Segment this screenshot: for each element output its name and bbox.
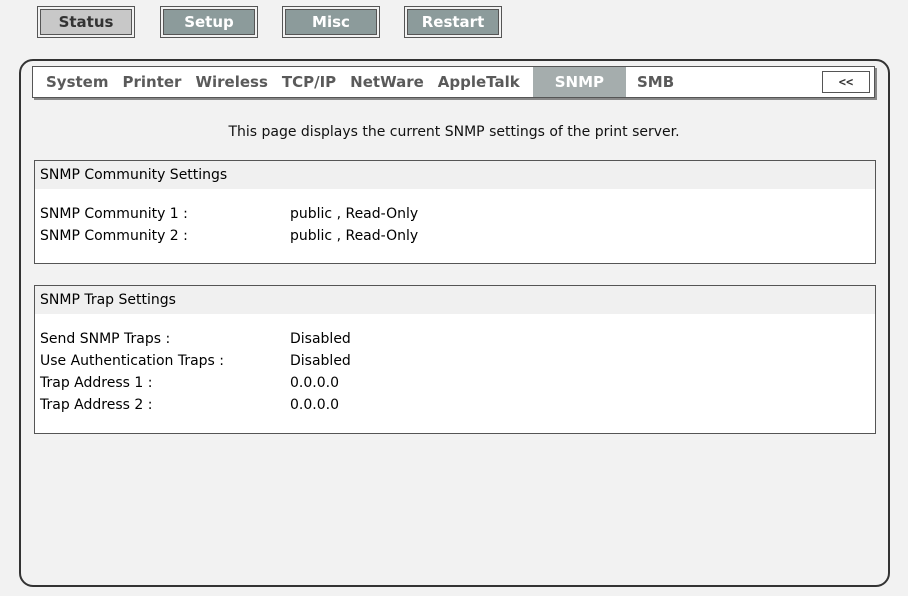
- table-row: SNMP Community 1 : public , Read-Only: [40, 203, 418, 225]
- restart-button[interactable]: Restart: [404, 6, 502, 38]
- setting-value: 0.0.0.0: [290, 397, 339, 413]
- community-settings-table: SNMP Community 1 : public , Read-Only SN…: [40, 203, 418, 247]
- tab-system[interactable]: System: [33, 67, 115, 97]
- tab-tcpip[interactable]: TCP/IP: [275, 67, 343, 97]
- section-title: SNMP Trap Settings: [35, 286, 875, 314]
- setting-label: SNMP Community 1 :: [40, 206, 188, 222]
- tab-wireless[interactable]: Wireless: [188, 67, 274, 97]
- setting-label: Use Authentication Traps :: [40, 353, 225, 369]
- setting-label: Trap Address 1 :: [40, 375, 153, 391]
- collapse-tabs-button[interactable]: <<: [822, 71, 870, 93]
- misc-button[interactable]: Misc: [282, 6, 380, 38]
- trap-settings-table: Send SNMP Traps : Disabled Use Authentic…: [40, 328, 351, 416]
- table-row: Trap Address 2 : 0.0.0.0: [40, 394, 351, 416]
- table-row: SNMP Community 2 : public , Read-Only: [40, 225, 418, 247]
- tab-bar: System Printer Wireless TCP/IP NetWare A…: [32, 66, 875, 98]
- setup-button[interactable]: Setup: [160, 6, 258, 38]
- community-settings-section: SNMP Community Settings SNMP Community 1…: [34, 160, 876, 264]
- tab-netware[interactable]: NetWare: [343, 67, 431, 97]
- table-row: Send SNMP Traps : Disabled: [40, 328, 351, 350]
- status-button-label: Status: [40, 9, 132, 35]
- setup-button-label: Setup: [163, 9, 255, 35]
- setting-value: public , Read-Only: [290, 206, 419, 222]
- misc-button-label: Misc: [285, 9, 377, 35]
- setting-value: 0.0.0.0: [290, 375, 339, 391]
- setting-label: SNMP Community 2 :: [40, 228, 188, 244]
- tab-snmp[interactable]: SNMP: [532, 67, 626, 97]
- restart-button-label: Restart: [407, 9, 499, 35]
- trap-settings-section: SNMP Trap Settings Send SNMP Traps : Dis…: [34, 285, 876, 434]
- table-row: Use Authentication Traps : Disabled: [40, 350, 351, 372]
- table-row: Trap Address 1 : 0.0.0.0: [40, 372, 351, 394]
- status-button[interactable]: Status: [37, 6, 135, 38]
- page-description: This page displays the current SNMP sett…: [228, 124, 680, 140]
- tab-appletalk[interactable]: AppleTalk: [431, 67, 527, 97]
- section-title: SNMP Community Settings: [35, 161, 875, 189]
- setting-value: Disabled: [290, 331, 351, 347]
- setting-label: Trap Address 2 :: [40, 397, 153, 413]
- setting-value: public , Read-Only: [290, 228, 419, 244]
- setting-label: Send SNMP Traps :: [40, 331, 171, 347]
- tab-printer[interactable]: Printer: [115, 67, 188, 97]
- setting-value: Disabled: [290, 353, 351, 369]
- tab-smb[interactable]: SMB: [630, 67, 681, 97]
